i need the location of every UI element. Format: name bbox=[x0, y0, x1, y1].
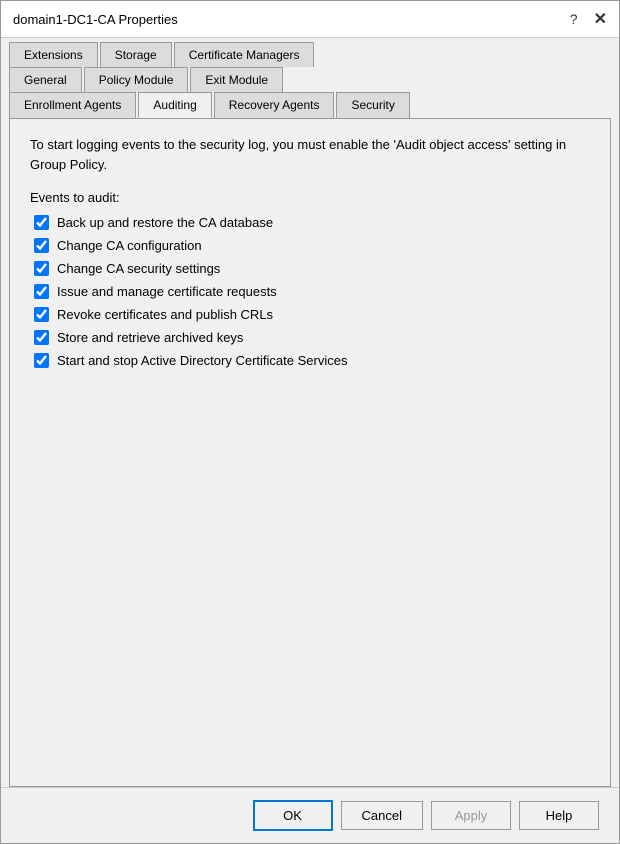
checkbox-change-ca-security[interactable] bbox=[34, 261, 49, 276]
window-title: domain1-DC1-CA Properties bbox=[13, 12, 178, 27]
list-item: Start and stop Active Directory Certific… bbox=[34, 353, 590, 368]
content-area: To start logging events to the security … bbox=[9, 119, 611, 787]
checkbox-label-change-ca-config: Change CA configuration bbox=[57, 238, 202, 253]
apply-button[interactable]: Apply bbox=[431, 801, 511, 830]
tab-enrollment-agents[interactable]: Enrollment Agents bbox=[9, 92, 136, 118]
tab-rows-wrapper: Extensions Storage Certificate Managers … bbox=[9, 42, 611, 119]
tab-recovery-agents[interactable]: Recovery Agents bbox=[214, 92, 335, 118]
checkbox-list: Back up and restore the CA database Chan… bbox=[34, 215, 590, 368]
tab-security[interactable]: Security bbox=[336, 92, 409, 118]
tab-certificate-managers[interactable]: Certificate Managers bbox=[174, 42, 315, 67]
tab-row-2: General Policy Module Exit Module bbox=[9, 67, 611, 92]
checkbox-label-revoke-crl: Revoke certificates and publish CRLs bbox=[57, 307, 273, 322]
tab-policy-module[interactable]: Policy Module bbox=[84, 67, 189, 92]
checkbox-store-retrieve[interactable] bbox=[34, 330, 49, 345]
checkbox-backup-restore[interactable] bbox=[34, 215, 49, 230]
close-icon[interactable]: ✕ bbox=[594, 9, 607, 29]
tab-row-3: Enrollment Agents Auditing Recovery Agen… bbox=[9, 92, 611, 118]
checkbox-start-stop-adcs[interactable] bbox=[34, 353, 49, 368]
tab-row-1: Extensions Storage Certificate Managers bbox=[9, 42, 611, 67]
cancel-button[interactable]: Cancel bbox=[341, 801, 423, 830]
list-item: Change CA security settings bbox=[34, 261, 590, 276]
tab-container: Extensions Storage Certificate Managers … bbox=[1, 38, 619, 119]
main-window: domain1-DC1-CA Properties ? ✕ Extensions… bbox=[0, 0, 620, 844]
help-icon[interactable]: ? bbox=[570, 11, 578, 27]
checkbox-issue-manage[interactable] bbox=[34, 284, 49, 299]
list-item: Back up and restore the CA database bbox=[34, 215, 590, 230]
tab-exit-module[interactable]: Exit Module bbox=[190, 67, 283, 92]
checkbox-revoke-crl[interactable] bbox=[34, 307, 49, 322]
tab-auditing[interactable]: Auditing bbox=[138, 92, 211, 118]
title-bar-controls: ? ✕ bbox=[570, 9, 607, 29]
checkbox-label-backup-restore: Back up and restore the CA database bbox=[57, 215, 273, 230]
footer: OK Cancel Apply Help bbox=[1, 787, 619, 843]
list-item: Store and retrieve archived keys bbox=[34, 330, 590, 345]
checkbox-label-store-retrieve: Store and retrieve archived keys bbox=[57, 330, 243, 345]
checkbox-label-issue-manage: Issue and manage certificate requests bbox=[57, 284, 277, 299]
description-text: To start logging events to the security … bbox=[30, 135, 590, 174]
ok-button[interactable]: OK bbox=[253, 800, 333, 831]
list-item: Issue and manage certificate requests bbox=[34, 284, 590, 299]
tab-general[interactable]: General bbox=[9, 67, 82, 92]
events-label: Events to audit: bbox=[30, 190, 590, 205]
checkbox-change-ca-config[interactable] bbox=[34, 238, 49, 253]
list-item: Change CA configuration bbox=[34, 238, 590, 253]
tab-extensions[interactable]: Extensions bbox=[9, 42, 98, 67]
checkbox-label-change-ca-security: Change CA security settings bbox=[57, 261, 220, 276]
help-button[interactable]: Help bbox=[519, 801, 599, 830]
title-bar: domain1-DC1-CA Properties ? ✕ bbox=[1, 1, 619, 38]
list-item: Revoke certificates and publish CRLs bbox=[34, 307, 590, 322]
tab-storage[interactable]: Storage bbox=[100, 42, 172, 67]
checkbox-label-start-stop-adcs: Start and stop Active Directory Certific… bbox=[57, 353, 347, 368]
